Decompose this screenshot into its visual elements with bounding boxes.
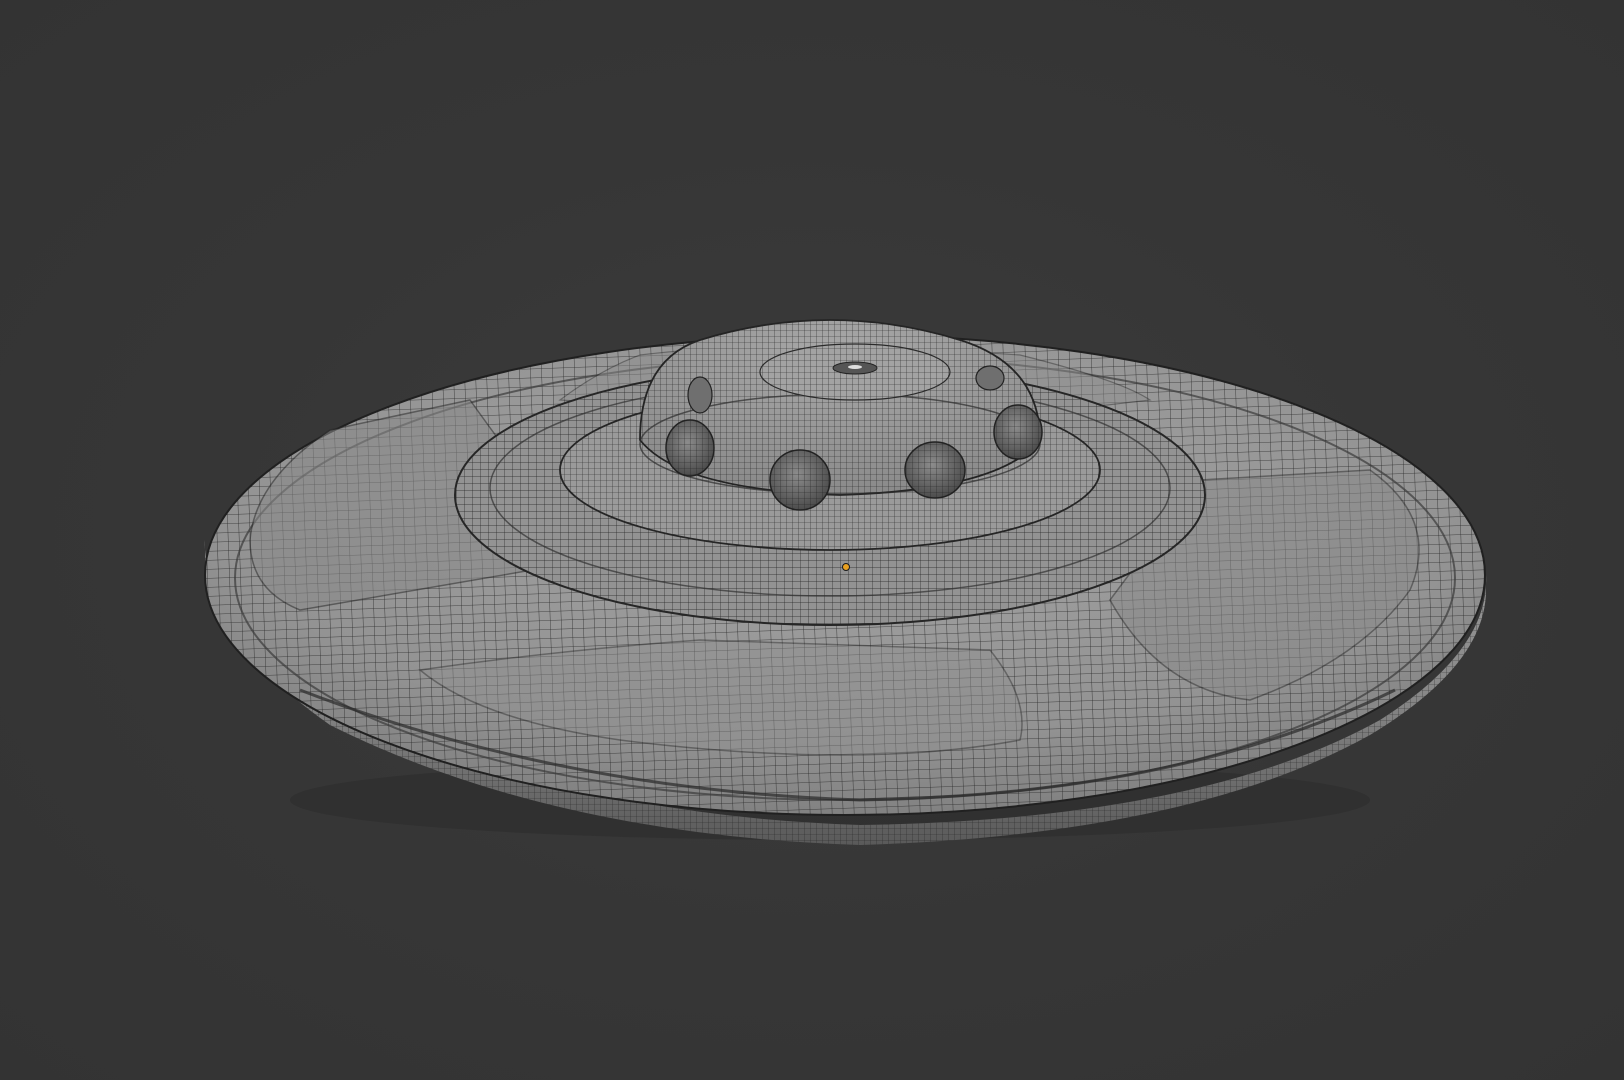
porthole: [994, 405, 1042, 459]
origin-marker[interactable]: [842, 563, 850, 571]
porthole: [975, 365, 1005, 391]
porthole: [770, 450, 830, 510]
porthole: [666, 420, 714, 476]
porthole: [905, 442, 965, 498]
ufo-mesh-render[interactable]: [0, 0, 1624, 1080]
3d-viewport[interactable]: [0, 0, 1624, 1080]
porthole: [687, 376, 713, 414]
